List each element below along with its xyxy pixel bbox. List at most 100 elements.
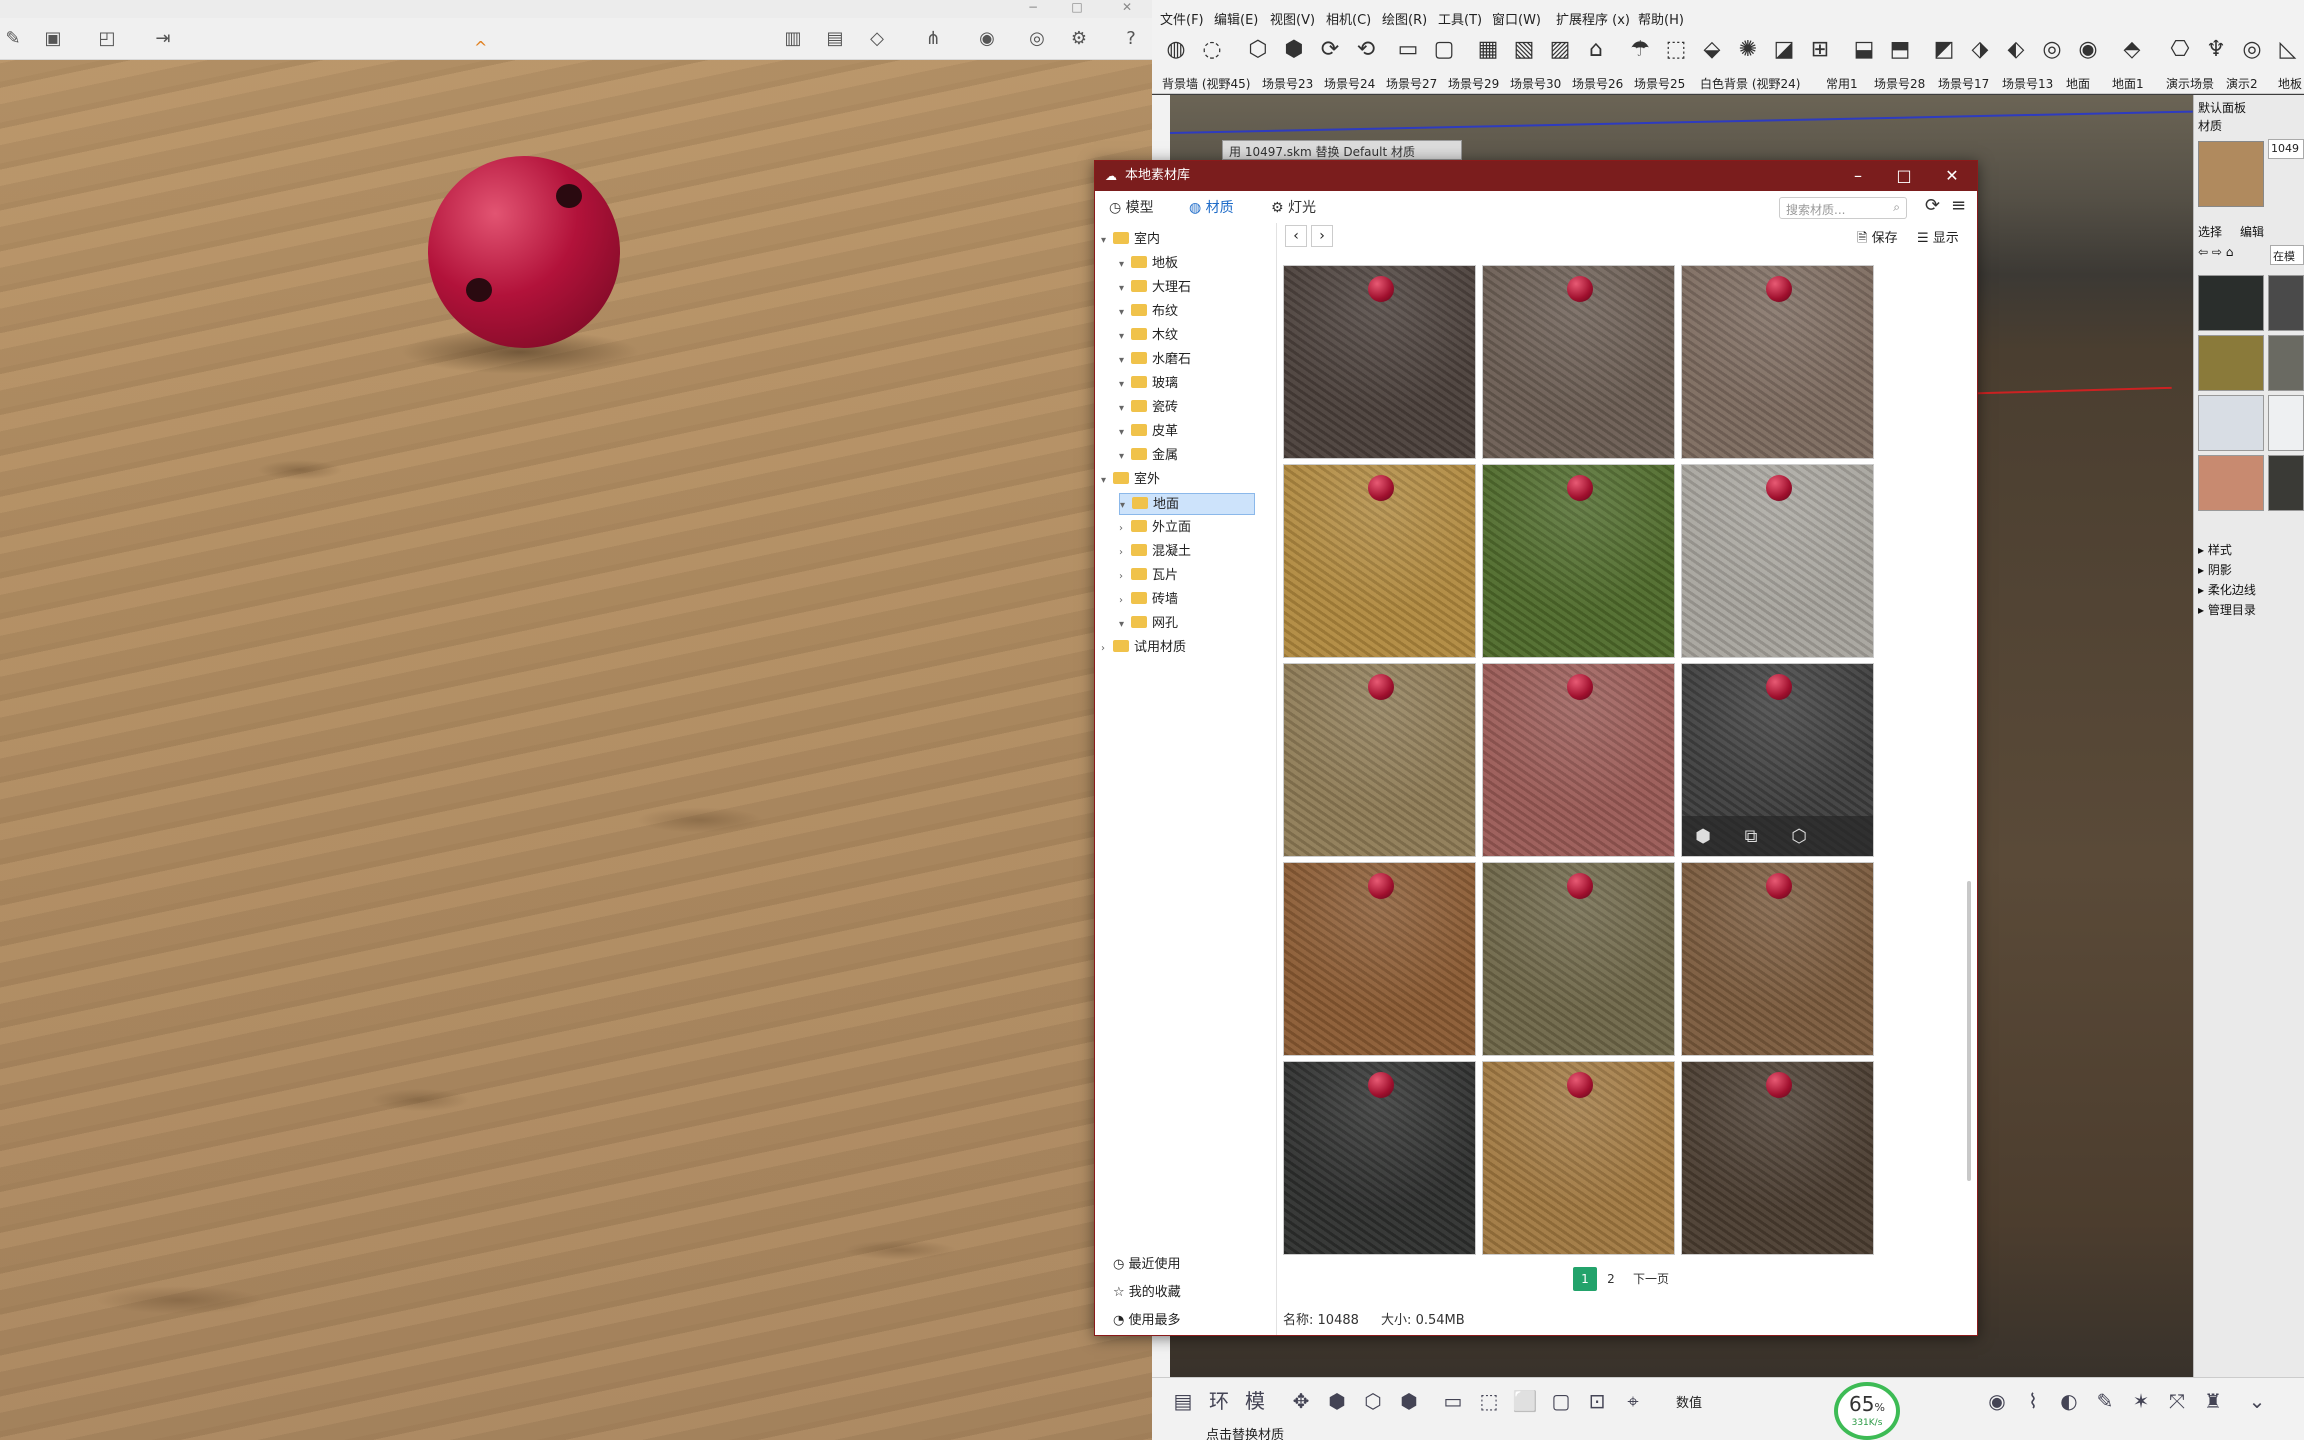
cube-blue-icon[interactable]: ⬡ xyxy=(1358,1386,1388,1416)
menu-help[interactable]: 帮助(H) xyxy=(1638,9,1684,28)
replace-icon[interactable]: ⧉ xyxy=(1738,824,1764,850)
material-tile[interactable] xyxy=(1681,265,1874,459)
view-icon[interactable]: ▢ xyxy=(1546,1386,1576,1416)
material-icon[interactable]: ◉ xyxy=(974,26,1000,52)
tree-node[interactable]: ▾ 布纹 xyxy=(1119,301,1178,323)
scene-tab[interactable]: 场景号28 xyxy=(1874,75,1925,92)
tray-section-components[interactable]: ▸ 管理目录 xyxy=(2198,601,2256,618)
material-name-field[interactable]: 1049 xyxy=(2268,139,2304,159)
tree-node[interactable]: ▾ 玻璃 xyxy=(1119,373,1178,395)
tool-icon[interactable]: ◩ xyxy=(1928,34,1960,66)
material-tile[interactable] xyxy=(1681,464,1874,658)
menu-extensions[interactable]: 扩展程序 (x) xyxy=(1556,9,1630,28)
material-swatch[interactable] xyxy=(2198,275,2264,331)
chevron-down-icon[interactable]: ▾ xyxy=(1119,350,1131,372)
menu-camera[interactable]: 相机(C) xyxy=(1326,9,1371,28)
scene-tab[interactable]: 场景号26 xyxy=(1572,75,1623,92)
tree-node[interactable]: ▾ 木纹 xyxy=(1119,325,1178,347)
back-icon[interactable]: ‹ xyxy=(1285,225,1307,247)
tree-node[interactable]: ▾ 室外 xyxy=(1101,469,1160,491)
scene-tab[interactable]: 场景号13 xyxy=(2002,75,2053,92)
model-icon[interactable]: 模 xyxy=(1240,1386,1270,1416)
tool-icon[interactable]: ▭ xyxy=(1392,34,1424,66)
tree-node[interactable]: ▾ 地板 xyxy=(1119,253,1178,275)
scene-tab[interactable]: 场景号25 xyxy=(1634,75,1685,92)
minimize-button[interactable]: − xyxy=(1018,0,1048,16)
menu-draw[interactable]: 绘图(R) xyxy=(1382,9,1427,28)
material-tile[interactable]: ⬢ ⧉ ⬡ xyxy=(1681,663,1874,857)
chevron-down-icon[interactable]: ▾ xyxy=(1119,278,1131,300)
display-button[interactable]: ☰ 显示 xyxy=(1917,227,1959,246)
material-swatch[interactable] xyxy=(2198,395,2264,451)
chevron-right-icon[interactable]: › xyxy=(1119,518,1131,540)
tree-node[interactable]: ▾ 皮革 xyxy=(1119,421,1178,443)
tool-icon[interactable]: ✺ xyxy=(1732,34,1764,66)
chevron-down-icon[interactable]: ▾ xyxy=(1101,230,1113,252)
save-image-icon[interactable]: ▣ xyxy=(40,26,66,52)
material-tile[interactable] xyxy=(1283,464,1476,658)
export-icon[interactable]: ⇥ xyxy=(150,26,176,52)
chevron-down-icon[interactable]: ▾ xyxy=(1119,374,1131,396)
render-tool-icon[interactable]: ⤧ xyxy=(2162,1386,2192,1416)
page-2-button[interactable]: 2 xyxy=(1599,1267,1623,1291)
view-icon[interactable]: ▭ xyxy=(1438,1386,1468,1416)
dropdown-icon[interactable]: ⌄ xyxy=(2242,1386,2272,1416)
material-swatch[interactable] xyxy=(2268,275,2304,331)
scene-tab[interactable]: 白色背景 (视野24) xyxy=(1700,75,1800,92)
material-tile[interactable] xyxy=(1482,862,1675,1056)
chevron-down-icon[interactable]: ▾ xyxy=(1119,398,1131,420)
tool-icon[interactable]: ☂ xyxy=(1624,34,1656,66)
chevron-down-icon[interactable]: ▾ xyxy=(1119,302,1131,324)
maximize-button[interactable]: □ xyxy=(1062,0,1092,16)
tool-icon[interactable]: ◉ xyxy=(2072,34,2104,66)
tool-icon[interactable]: ◎ xyxy=(2236,34,2268,66)
tool-icon[interactable]: ◪ xyxy=(1768,34,1800,66)
tape-icon[interactable]: ⌖ xyxy=(1618,1386,1648,1416)
tool-icon[interactable]: ⬗ xyxy=(1964,34,1996,66)
tree-node[interactable]: ▾ 地面 xyxy=(1119,493,1255,515)
material-tile[interactable] xyxy=(1283,265,1476,459)
tool-icon[interactable]: ⟲ xyxy=(1350,34,1382,66)
render-tool-icon[interactable]: ♜ xyxy=(2198,1386,2228,1416)
material-tile[interactable] xyxy=(1482,265,1675,459)
scene-tab[interactable]: 场景号23 xyxy=(1262,75,1313,92)
page-1-button[interactable]: 1 xyxy=(1573,1267,1597,1291)
tree-node[interactable]: ▾ 水磨石 xyxy=(1119,349,1191,371)
tool-icon[interactable]: ⎔ xyxy=(2164,34,2196,66)
most-used-link[interactable]: ◔ 使用最多 xyxy=(1113,1309,1181,1328)
gear-icon[interactable]: ⚙ xyxy=(1066,26,1092,52)
material-tile[interactable] xyxy=(1283,663,1476,857)
scene-tab[interactable]: 演示场景 xyxy=(2166,75,2214,92)
tray-section-soften[interactable]: ▸ 柔化边线 xyxy=(2198,581,2256,598)
scrollbar[interactable] xyxy=(1967,881,1971,1181)
chevron-down-icon[interactable]: ▾ xyxy=(1119,614,1131,636)
tool-icon[interactable]: ♆ xyxy=(2200,34,2232,66)
eye-icon[interactable]: ◎ xyxy=(1024,26,1050,52)
scene-tab[interactable]: 场景号17 xyxy=(1938,75,1989,92)
chevron-down-icon[interactable]: ▾ xyxy=(1120,495,1132,517)
env-icon[interactable]: 环 xyxy=(1204,1386,1234,1416)
tool-icon[interactable]: ⟳ xyxy=(1314,34,1346,66)
refresh-icon[interactable]: ⟳ xyxy=(1925,195,1940,216)
scene-tab[interactable]: 场景号29 xyxy=(1448,75,1499,92)
tree-node[interactable]: › 砖墙 xyxy=(1119,589,1178,611)
menu-tools[interactable]: 工具(T) xyxy=(1438,9,1482,28)
tool-icon[interactable]: ▢ xyxy=(1428,34,1460,66)
tree-node[interactable]: ▾ 大理石 xyxy=(1119,277,1191,299)
scene-tab[interactable]: 常用1 xyxy=(1826,75,1858,92)
tab-material[interactable]: ◍ 材质 xyxy=(1189,197,1234,217)
tool-icon[interactable]: ▧ xyxy=(1508,34,1540,66)
edit-tab[interactable]: 编辑 xyxy=(2240,223,2264,240)
tool-icon[interactable]: ⬒ xyxy=(1884,34,1916,66)
menu-icon[interactable]: ≡ xyxy=(1951,195,1966,216)
tool-icon[interactable]: ⌂ xyxy=(1580,34,1612,66)
cube-blue-icon[interactable]: ⬢ xyxy=(1394,1386,1424,1416)
menu-view[interactable]: 视图(V) xyxy=(1270,9,1315,28)
tool-icon[interactable]: ⬡ xyxy=(1242,34,1274,66)
view-icon[interactable]: ⬜ xyxy=(1510,1386,1540,1416)
tree-node[interactable]: ▾ 金属 xyxy=(1119,445,1178,467)
tree-node[interactable]: › 瓦片 xyxy=(1119,565,1178,587)
chevron-down-icon[interactable]: ▾ xyxy=(1119,422,1131,444)
render-tool-icon[interactable]: ◉ xyxy=(1982,1386,2012,1416)
tray-section-shadows[interactable]: ▸ 阴影 xyxy=(2198,561,2232,578)
